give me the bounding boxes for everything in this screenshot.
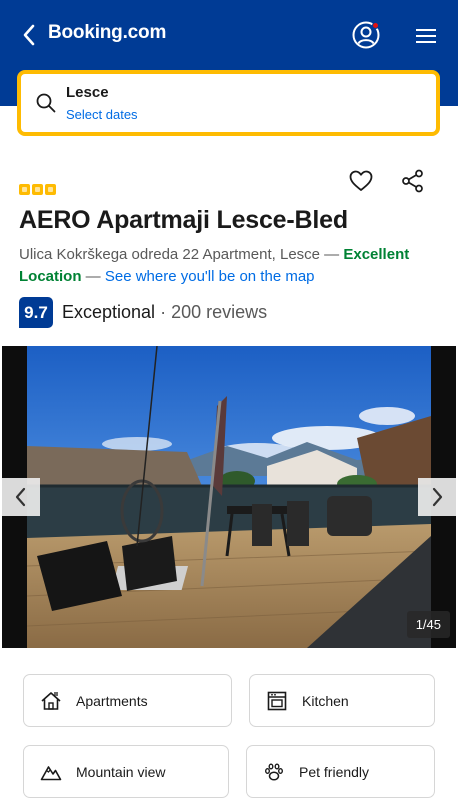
chevron-left-icon — [23, 24, 35, 46]
heart-icon — [349, 170, 373, 191]
score-badge: 9.7 — [19, 297, 53, 328]
facility-label: Apartments — [76, 692, 148, 709]
chevron-left-icon — [15, 487, 26, 507]
gallery-next-button[interactable] — [418, 478, 456, 516]
gallery-counter: 1/45 — [406, 611, 450, 638]
score-separator: · — [160, 302, 167, 322]
select-dates-link[interactable]: Select dates — [66, 107, 138, 122]
mountain-icon — [38, 759, 64, 785]
search-box[interactable]: Lesce Select dates — [17, 70, 440, 136]
photo-gallery[interactable]: 1/45 — [2, 346, 456, 648]
star-rating — [19, 184, 56, 195]
notification-dot — [372, 22, 379, 29]
facility-pet-friendly[interactable]: Pet friendly — [246, 745, 435, 798]
facility-apartments[interactable]: Apartments — [23, 674, 232, 727]
oven-icon — [264, 688, 290, 714]
facility-label: Mountain view — [76, 763, 166, 780]
facility-mountain-view[interactable]: Mountain view — [23, 745, 229, 798]
address-dash: — — [320, 246, 344, 263]
property-title: AERO Apartmaji Lesce-Bled — [19, 206, 348, 234]
review-score-row[interactable]: 9.7 Exceptional · 200 reviews — [19, 297, 267, 328]
booking-logo[interactable]: Booking.com — [48, 22, 166, 44]
facility-label: Kitchen — [302, 692, 349, 709]
house-icon — [38, 688, 64, 714]
gallery-photo[interactable] — [27, 346, 431, 648]
review-count[interactable]: 200 reviews — [171, 302, 267, 323]
chevron-right-icon — [432, 487, 443, 507]
hamburger-icon — [416, 29, 436, 43]
map-link[interactable]: See where you'll be on the map — [105, 268, 315, 285]
gallery-prev-button[interactable] — [2, 478, 40, 516]
back-button[interactable] — [16, 22, 42, 48]
star-icon — [32, 184, 43, 195]
paw-icon — [261, 759, 287, 785]
search-icon — [36, 93, 56, 113]
address-text: Ulica Kokrškega odreda 22 Apartment, Les… — [19, 246, 321, 263]
save-favorite-button[interactable] — [348, 168, 374, 194]
share-button[interactable] — [400, 168, 426, 194]
facility-kitchen[interactable]: Kitchen — [249, 674, 435, 727]
property-address: Ulica Kokrškega odreda 22 Apartment, Les… — [19, 244, 439, 288]
star-icon — [45, 184, 56, 195]
star-icon — [19, 184, 30, 195]
share-icon — [402, 169, 423, 193]
address-dash: — — [81, 268, 105, 285]
facility-label: Pet friendly — [299, 763, 370, 780]
account-button[interactable] — [351, 20, 381, 50]
score-word: Exceptional — [62, 302, 156, 322]
search-destination[interactable]: Lesce — [66, 84, 109, 101]
menu-button[interactable] — [414, 26, 438, 46]
terrace-photo — [27, 346, 431, 648]
